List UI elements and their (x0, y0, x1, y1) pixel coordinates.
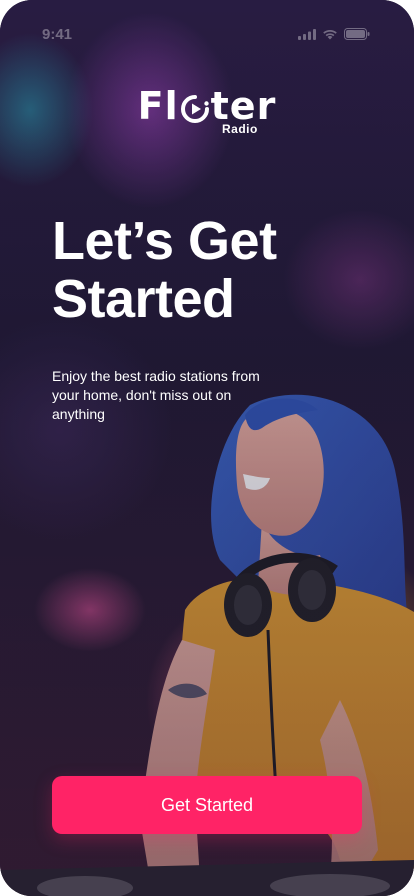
logo-wordmark: Fl ter (138, 86, 277, 126)
status-time: 9:41 (42, 26, 73, 43)
status-icons (298, 27, 370, 45)
page-title: Let’s Get Started (52, 212, 382, 328)
logo-word-end: ter (210, 84, 277, 128)
cellular-signal-icon (298, 27, 316, 45)
page-subtitle: Enjoy the best radio stations from your … (52, 368, 260, 422)
page-title-line-2: Started (52, 269, 235, 329)
get-started-button[interactable]: Get Started (52, 776, 362, 834)
logo-word-start: Fl (137, 84, 179, 128)
page-title-line-1: Let’s Get (52, 211, 277, 271)
onboarding-screen: 9:41 Fl ter Radio Let’s Get Started Enjo… (0, 0, 414, 896)
status-bar: 9:41 (0, 0, 414, 44)
app-logo: Fl ter Radio (0, 86, 414, 136)
wifi-icon (322, 27, 338, 45)
battery-icon (344, 27, 370, 45)
play-circle-icon (180, 91, 210, 123)
logo-subtitle: Radio (222, 122, 258, 136)
background-photo (0, 0, 414, 896)
